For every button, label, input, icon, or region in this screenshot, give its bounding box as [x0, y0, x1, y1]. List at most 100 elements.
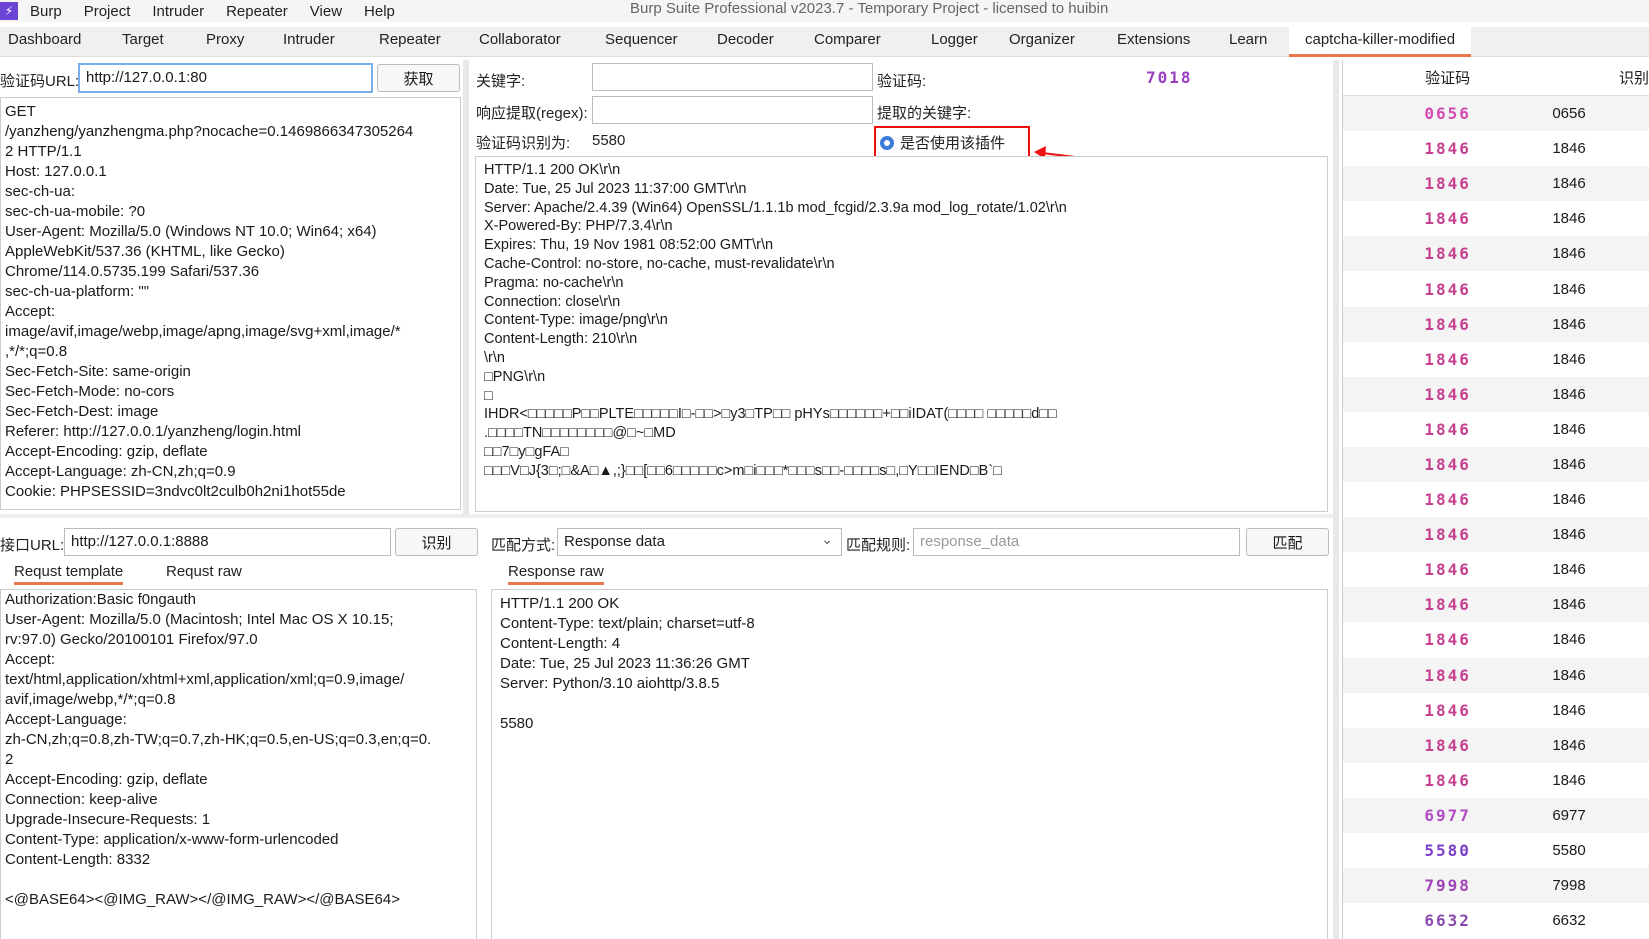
table-row[interactable]: 1846 1846 [1343, 552, 1649, 587]
menu-repeater[interactable]: Repeater [226, 3, 288, 20]
table-row[interactable]: 1846 1846 [1343, 446, 1649, 483]
captcha-response-panel[interactable]: HTTP/1.1 200 OK\r\n Date: Tue, 25 Jul 20… [475, 156, 1328, 512]
recognized-result: 1846 [1552, 350, 1586, 368]
table-row[interactable]: 1846 1846 [1343, 376, 1649, 412]
captcha-url-label: 验证码URL: [0, 73, 80, 90]
table-row[interactable]: 1846 1846 [1343, 517, 1649, 553]
tab-dashboard[interactable]: Dashboard [8, 31, 81, 48]
tab-proxy[interactable]: Proxy [206, 31, 244, 48]
captcha-request-panel[interactable]: GET /yanzheng/yanzhengma.php?nocache=0.1… [0, 97, 461, 510]
match-rule-label: 匹配规则: [846, 537, 911, 554]
api-request-template-panel[interactable]: Authorization:Basic f0ngauth User-Agent:… [0, 589, 477, 939]
api-url-input[interactable]: http://127.0.0.1:8888 [64, 528, 391, 556]
table-row[interactable]: 0656 0656 [1343, 96, 1649, 132]
tab-sequencer[interactable]: Sequencer [605, 31, 678, 48]
regex-label: 响应提取(regex): [476, 105, 588, 122]
match-button[interactable]: 匹配 [1246, 528, 1329, 556]
captcha-thumbnail: 1846 [1424, 279, 1471, 299]
tab-target[interactable]: Target [122, 31, 164, 48]
menu-bar: ⚡ Burp Project Intruder Repeater View He… [0, 0, 1649, 22]
tab-captcha-killer[interactable]: captcha-killer-modified [1289, 27, 1472, 57]
menu-help[interactable]: Help [364, 3, 395, 20]
table-row[interactable]: 1846 1846 [1343, 201, 1649, 236]
table-row[interactable]: 1846 1846 [1343, 657, 1649, 693]
captcha-thumbnail: 0656 [1424, 104, 1471, 124]
table-row[interactable]: 1846 1846 [1343, 412, 1649, 447]
table-row[interactable]: 1846 1846 [1343, 306, 1649, 342]
captcha-response-text[interactable]: HTTP/1.1 200 OK\r\n Date: Tue, 25 Jul 20… [484, 161, 1067, 481]
menu-burp[interactable]: Burp [30, 3, 62, 20]
col-captcha-header[interactable]: 验证码 [1343, 60, 1552, 95]
col-result-header[interactable]: 识别 [1552, 60, 1649, 95]
captcha-thumbnail: 1846 [1424, 349, 1471, 369]
table-row[interactable]: 1846 1846 [1343, 271, 1649, 306]
main-tab-bar: Dashboard Target Proxy Intruder Repeater… [0, 27, 1649, 57]
recognized-result: 1846 [1552, 455, 1586, 473]
tab-request-template[interactable]: Requst template [14, 563, 124, 585]
table-row[interactable]: 1846 1846 [1343, 236, 1649, 272]
recognized-result: 1846 [1552, 771, 1586, 789]
recognized-result: 1846 [1552, 631, 1586, 649]
match-mode-label: 匹配方式: [491, 537, 556, 554]
captcha-thumbnail: 1846 [1424, 770, 1471, 790]
table-row[interactable]: 6632 6632 [1343, 903, 1649, 938]
table-row[interactable]: 6977 6977 [1343, 797, 1649, 833]
keyword-label: 关键字: [476, 73, 526, 90]
match-response-text[interactable]: HTTP/1.1 200 OK Content-Type: text/plain… [500, 594, 755, 734]
chevron-down-icon[interactable]: ⌄ [821, 531, 833, 548]
table-row[interactable]: 1846 1846 [1343, 622, 1649, 657]
tab-organizer[interactable]: Organizer [1009, 31, 1075, 48]
table-row[interactable]: 1846 1846 [1343, 482, 1649, 517]
tab-logger[interactable]: Logger [931, 31, 978, 48]
tab-decoder[interactable]: Decoder [717, 31, 774, 48]
table-row[interactable]: 1846 1846 [1343, 727, 1649, 763]
horizontal-splitter[interactable] [0, 514, 1335, 518]
captcha-thumbnail: 1846 [1424, 454, 1471, 474]
tab-response-raw[interactable]: Response raw [508, 563, 604, 585]
tab-extensions[interactable]: Extensions [1117, 31, 1190, 48]
tab-comparer[interactable]: Comparer [814, 31, 881, 48]
recognized-result: 6977 [1552, 806, 1586, 824]
recognize-button[interactable]: 识别 [395, 528, 478, 556]
window-title: Burp Suite Professional v2023.7 - Tempor… [630, 0, 1109, 17]
recognized-result: 5580 [1552, 842, 1586, 860]
table-row[interactable]: 7998 7998 [1343, 868, 1649, 904]
vertical-splitter[interactable] [463, 60, 469, 515]
menu-project[interactable]: Project [84, 3, 131, 20]
captcha-url-input[interactable]: http://127.0.0.1:80 [78, 63, 373, 93]
tab-request-raw[interactable]: Requst raw [166, 563, 242, 580]
table-row[interactable]: 1846 1846 [1343, 587, 1649, 623]
captcha-thumbnail: 5580 [1424, 841, 1471, 861]
tab-learn[interactable]: Learn [1229, 31, 1267, 48]
table-row[interactable]: 5580 5580 [1343, 833, 1649, 868]
match-rule-input[interactable]: response_data [913, 528, 1240, 556]
captcha-thumbnail: 1846 [1424, 735, 1471, 755]
recognized-result: 6632 [1552, 912, 1586, 930]
captcha-request-text[interactable]: GET /yanzheng/yanzhengma.php?nocache=0.1… [5, 102, 413, 502]
keyword-input[interactable] [592, 63, 873, 91]
extracted-keyword-label: 提取的关键字: [877, 105, 972, 122]
regex-input[interactable] [592, 96, 873, 124]
table-row[interactable]: 1846 1846 [1343, 166, 1649, 202]
tab-intruder[interactable]: Intruder [283, 31, 335, 48]
annotation-box [874, 126, 1030, 159]
fetch-button[interactable]: 获取 [377, 64, 460, 92]
captcha-thumbnail: 6977 [1424, 805, 1471, 825]
menu-intruder[interactable]: Intruder [152, 3, 204, 20]
burp-logo-icon: ⚡ [0, 2, 18, 20]
captcha-thumbnail: 1846 [1424, 314, 1471, 334]
match-mode-select[interactable]: Response data ⌄ [557, 528, 842, 556]
right-splitter[interactable] [1333, 60, 1339, 939]
recognized-result: 1846 [1552, 210, 1586, 228]
captcha-history-table[interactable]: 验证码 识别 0656 0656 1846 1846 1846 1846 1846 1846 1… [1342, 60, 1649, 939]
tab-repeater[interactable]: Repeater [379, 31, 441, 48]
table-row[interactable]: 1846 1846 [1343, 763, 1649, 798]
match-response-panel[interactable]: HTTP/1.1 200 OK Content-Type: text/plain… [491, 589, 1328, 939]
captcha-image: 7018 [1146, 68, 1193, 87]
api-request-template-text[interactable]: Authorization:Basic f0ngauth User-Agent:… [5, 590, 431, 910]
tab-collaborator[interactable]: Collaborator [479, 31, 561, 48]
table-row[interactable]: 1846 1846 [1343, 693, 1649, 728]
menu-view[interactable]: View [310, 3, 342, 20]
table-row[interactable]: 1846 1846 [1343, 131, 1649, 166]
table-row[interactable]: 1846 1846 [1343, 342, 1649, 377]
